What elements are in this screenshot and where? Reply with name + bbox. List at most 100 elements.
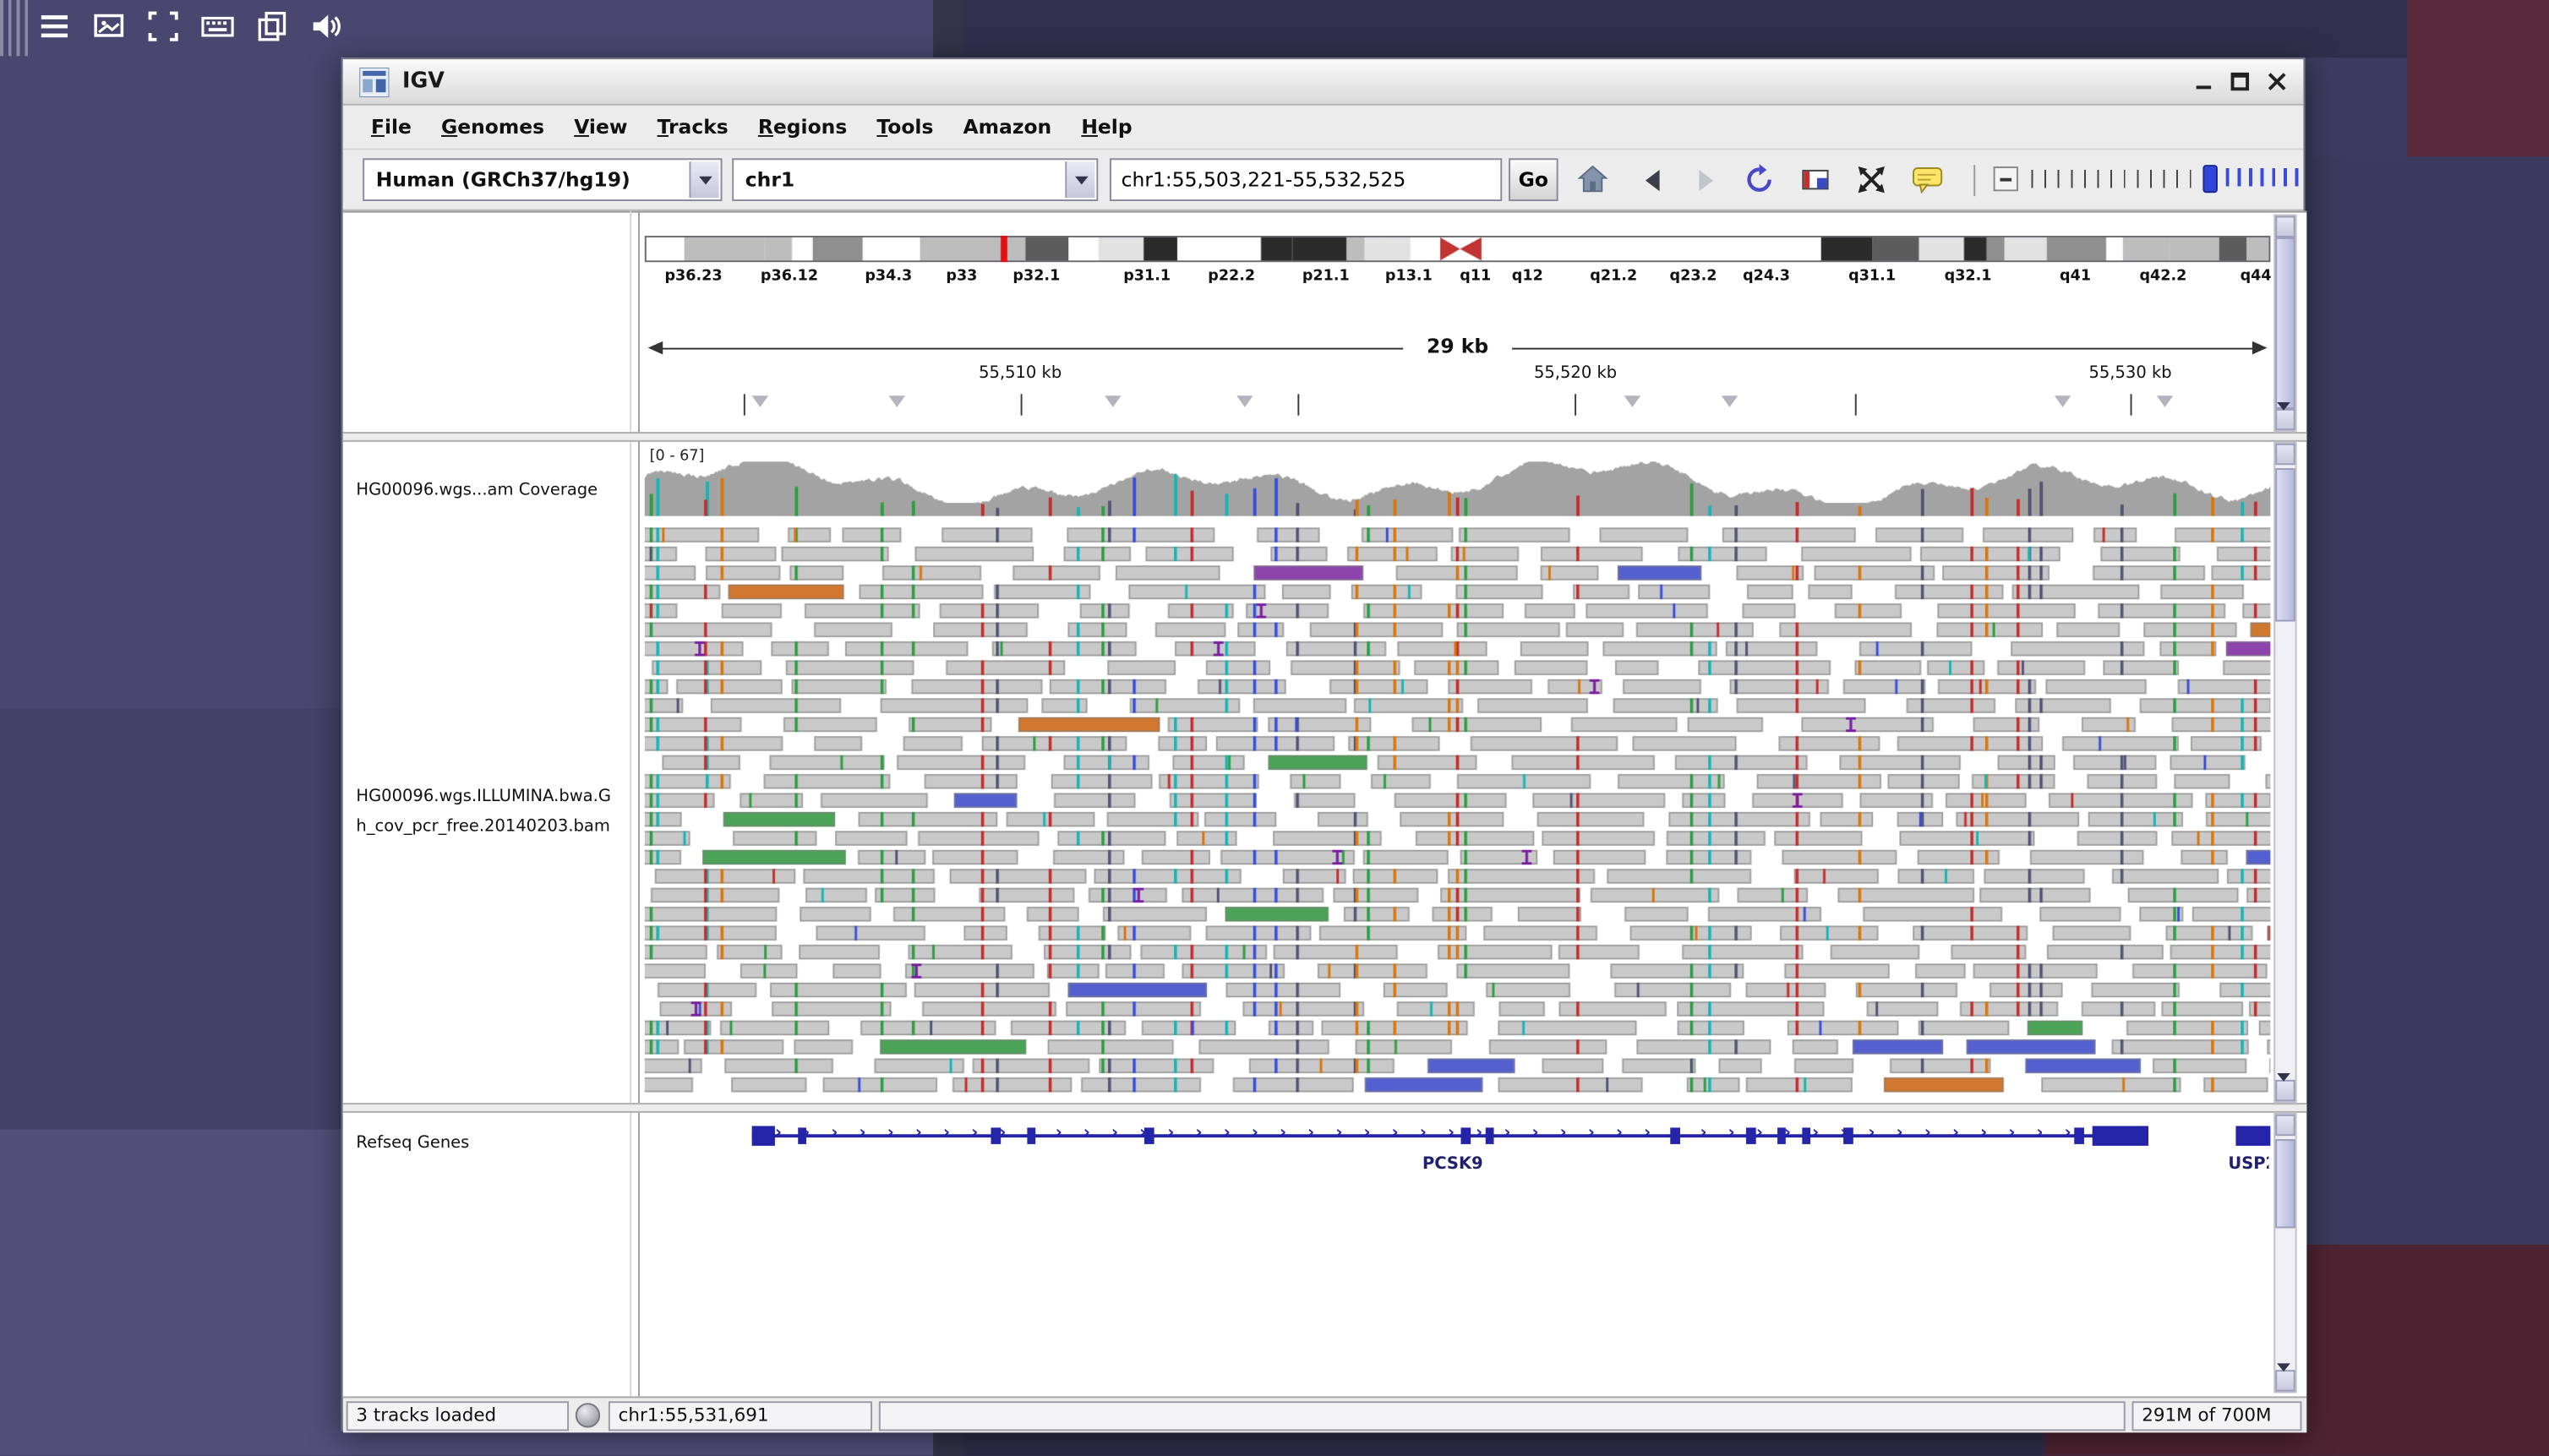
scrollbar-thumb[interactable] xyxy=(2275,468,2295,621)
gene-exon[interactable] xyxy=(1745,1127,1755,1144)
genes-track-name[interactable]: Refseq Genes xyxy=(356,1134,469,1152)
menu-tools[interactable]: Tools xyxy=(862,109,948,145)
copy-icon[interactable] xyxy=(254,8,290,45)
menu-view[interactable]: View xyxy=(559,109,642,145)
chromosome-select-arrow[interactable] xyxy=(1065,161,1094,198)
menu-genomes[interactable]: Genomes xyxy=(426,109,559,145)
zoom-out-button[interactable] xyxy=(1994,166,2018,191)
gene-exon[interactable] xyxy=(1027,1127,1035,1144)
maximize-button[interactable] xyxy=(2230,71,2251,92)
strand-arrow-icon: › xyxy=(1897,1123,1903,1146)
gene-exon[interactable] xyxy=(2236,1126,2270,1145)
gene-exon[interactable] xyxy=(1842,1127,1853,1144)
strand-arrow-icon: › xyxy=(1083,1123,1090,1146)
coverage-range-label: [0 - 67] xyxy=(650,449,705,466)
chromosome-select[interactable]: chr1 xyxy=(732,158,1098,201)
strand-arrow-icon: › xyxy=(1252,1123,1258,1146)
gene-exon[interactable] xyxy=(1802,1127,1810,1144)
gene-exon[interactable] xyxy=(991,1127,1002,1144)
roi-marker-icon[interactable] xyxy=(1236,395,1253,407)
tracks-loaded-status: 3 tracks loaded xyxy=(347,1401,569,1431)
alignment-track-name-line2[interactable]: h_cov_pcr_free.20140203.bam xyxy=(356,818,609,836)
strand-arrow-icon: › xyxy=(1560,1123,1567,1146)
gene-label[interactable]: USP24 xyxy=(2228,1156,2269,1174)
volume-icon[interactable] xyxy=(308,8,345,45)
gene-exon[interactable] xyxy=(1671,1127,1681,1144)
scrollbar-thumb[interactable] xyxy=(2275,1139,2295,1228)
strand-arrow-icon: › xyxy=(1476,1123,1482,1146)
ruler-tick-label: 55,510 kb xyxy=(979,364,1062,382)
ruler-tick xyxy=(1020,394,1022,415)
coverage-track-name[interactable]: HG00096.wgs...am Coverage xyxy=(356,482,598,499)
fullscreen-icon[interactable] xyxy=(145,8,182,45)
alignment-track-name-line1[interactable]: HG00096.wgs.ILLUMINA.bwa.G xyxy=(356,788,611,806)
roi-marker-icon[interactable] xyxy=(1105,395,1122,407)
panel-splitter[interactable] xyxy=(343,432,2307,442)
scroll-down-button[interactable] xyxy=(2275,1080,2295,1101)
alignment-track-canvas[interactable] xyxy=(645,442,2271,1103)
ruler-panel-scrollbar[interactable] xyxy=(2273,215,2296,433)
strand-arrow-icon: › xyxy=(2008,1123,2015,1146)
home-icon[interactable] xyxy=(1575,161,1611,198)
gene-exon[interactable] xyxy=(1144,1127,1154,1144)
panel-splitter[interactable] xyxy=(343,1103,2307,1113)
roi-marker-icon[interactable] xyxy=(1624,395,1640,407)
titlebar[interactable]: IGV xyxy=(343,59,2304,106)
keyboard-icon[interactable] xyxy=(199,8,236,45)
go-button[interactable]: Go xyxy=(1509,158,1558,201)
display-icon[interactable] xyxy=(90,8,127,45)
roi-marker-icon[interactable] xyxy=(1721,395,1738,407)
menu-help[interactable]: Help xyxy=(1067,109,1147,145)
menu-file[interactable]: File xyxy=(356,109,426,145)
ruler-tick xyxy=(1854,394,1856,415)
fit-to-window-icon[interactable] xyxy=(1853,161,1890,198)
scroll-down-button[interactable] xyxy=(2275,1370,2295,1391)
refresh-icon[interactable] xyxy=(1741,161,1777,198)
ruler-ticks[interactable]: 55,510 kb55,520 kb55,530 kb xyxy=(645,215,2271,433)
status-bar: 3 tracks loaded chr1:55,531,691 291M of … xyxy=(343,1396,2307,1432)
menu-tracks[interactable]: Tracks xyxy=(642,109,743,145)
close-button[interactable] xyxy=(2266,71,2287,92)
menu-regions[interactable]: Regions xyxy=(743,109,862,145)
genes-panel-scrollbar[interactable] xyxy=(2273,1113,2296,1393)
gene-exon[interactable] xyxy=(2092,1126,2148,1145)
chevron-down-icon xyxy=(698,176,712,184)
scrollbar-thumb[interactable] xyxy=(2275,237,2295,409)
popup-text-icon[interactable] xyxy=(1909,161,1946,198)
gene-exon[interactable] xyxy=(798,1127,806,1144)
gene-exon[interactable] xyxy=(1460,1127,1471,1144)
roi-marker-icon[interactable] xyxy=(2157,395,2174,407)
locus-input[interactable] xyxy=(1110,158,1502,201)
scroll-up-button[interactable] xyxy=(2275,216,2295,237)
strand-arrow-icon: › xyxy=(1224,1123,1231,1146)
genes-data[interactable]: ››››››››››››››››››››››››››››››››››››››››… xyxy=(645,1113,2271,1393)
gene-exon[interactable] xyxy=(1778,1127,1787,1144)
roi-marker-icon[interactable] xyxy=(2054,395,2071,407)
roi-marker-icon[interactable] xyxy=(752,395,769,407)
gene-exon[interactable] xyxy=(752,1126,775,1145)
back-icon[interactable] xyxy=(1635,161,1672,198)
gene-exon[interactable] xyxy=(1485,1127,1493,1144)
zoom-ruler[interactable] xyxy=(2032,170,2197,188)
zoom-slider-thumb[interactable] xyxy=(2202,165,2218,193)
genome-select-arrow[interactable] xyxy=(689,161,718,198)
forward-icon[interactable] xyxy=(1687,161,1723,198)
desktop-patch xyxy=(2407,0,2549,156)
gene-exon[interactable] xyxy=(2074,1127,2084,1144)
alignments-panel-scrollbar[interactable] xyxy=(2273,442,2296,1103)
panel-genes: Refseq Genes ›››››››››››››››››››››››››››… xyxy=(343,1113,2307,1393)
zoom-ruler-max[interactable] xyxy=(2226,168,2299,186)
scroll-up-button[interactable] xyxy=(2275,444,2295,465)
desktop-patch xyxy=(963,0,2549,57)
menu-icon[interactable] xyxy=(36,8,73,45)
roi-marker-icon[interactable] xyxy=(888,395,905,407)
menu-amazon[interactable]: Amazon xyxy=(948,109,1067,145)
scroll-down-button[interactable] xyxy=(2275,409,2295,430)
genome-select[interactable]: Human (GRCh37/hg19) xyxy=(363,158,722,201)
scroll-up-button[interactable] xyxy=(2275,1115,2295,1136)
strand-arrow-icon: › xyxy=(1532,1123,1539,1146)
ruler-tick xyxy=(744,394,745,415)
gene-label[interactable]: PCSK9 xyxy=(1422,1156,1483,1174)
snapshot-icon[interactable] xyxy=(1797,161,1833,198)
minimize-button[interactable] xyxy=(2193,71,2214,92)
